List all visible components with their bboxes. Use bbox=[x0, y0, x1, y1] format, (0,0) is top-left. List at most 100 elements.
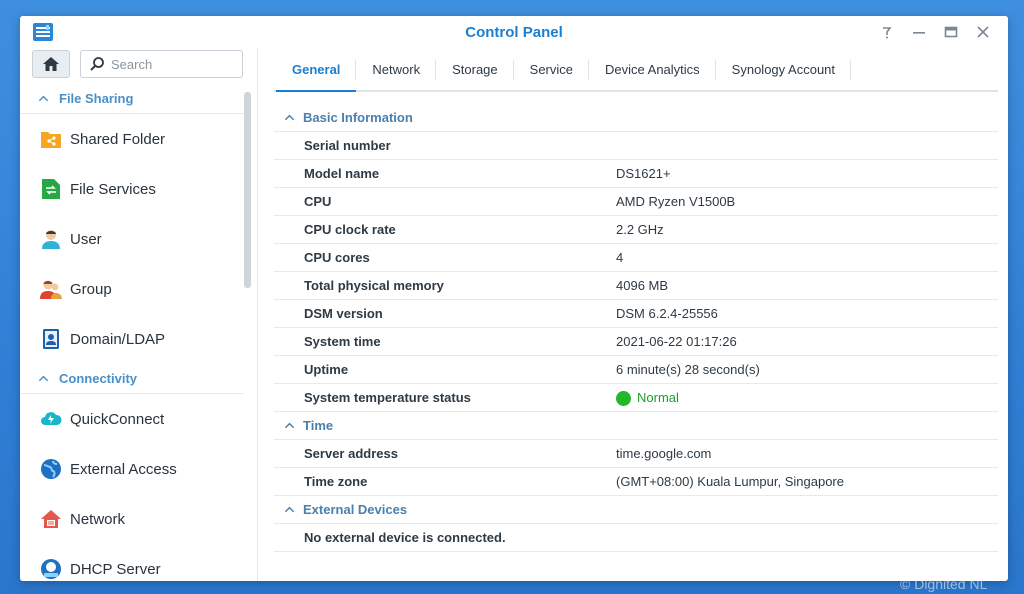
sidebar-list: File Sharing Shared Folder File Services… bbox=[20, 84, 244, 581]
row-value: 6 minute(s) 28 second(s) bbox=[616, 362, 760, 377]
title-bar: Control Panel bbox=[20, 16, 1008, 48]
basic-information-header[interactable]: Basic Information bbox=[274, 104, 998, 132]
info-row: Total physical memory 4096 MB bbox=[274, 272, 998, 300]
tab-synology-account[interactable]: Synology Account bbox=[716, 48, 852, 90]
quickconnect-icon bbox=[40, 408, 62, 430]
info-row: DSM version DSM 6.2.4-25556 bbox=[274, 300, 998, 328]
section-title: Time bbox=[303, 418, 334, 433]
user-icon bbox=[40, 228, 62, 250]
home-icon bbox=[43, 57, 59, 71]
row-value: 2.2 GHz bbox=[616, 222, 664, 237]
search-icon bbox=[90, 57, 104, 71]
external-devices-header[interactable]: External Devices bbox=[274, 496, 998, 524]
control-panel-window: Control Panel Search File Sharing Shared… bbox=[20, 16, 1008, 581]
sidebar-item-label: File Services bbox=[70, 180, 156, 198]
sidebar-item-file-services[interactable]: File Services bbox=[20, 164, 244, 214]
chevron-up-icon bbox=[284, 506, 295, 513]
info-row: CPU AMD Ryzen V1500B bbox=[274, 188, 998, 216]
row-value: DSM 6.2.4-25556 bbox=[616, 306, 718, 321]
row-label: System time bbox=[304, 334, 381, 349]
row-value: (GMT+08:00) Kuala Lumpur, Singapore bbox=[616, 474, 844, 489]
search-input[interactable] bbox=[111, 56, 231, 72]
chevron-up-icon bbox=[284, 114, 295, 121]
info-row: Time zone (GMT+08:00) Kuala Lumpur, Sing… bbox=[274, 468, 998, 496]
shared-folder-icon bbox=[40, 128, 62, 150]
sidebar-item-label: Shared Folder bbox=[70, 130, 166, 148]
sidebar-item-label: User bbox=[70, 230, 102, 248]
info-row: Serial number bbox=[274, 132, 998, 160]
close-icon[interactable] bbox=[972, 22, 994, 42]
section-title: External Devices bbox=[303, 502, 408, 517]
chevron-up-icon bbox=[38, 95, 49, 102]
sidebar-item-label: Group bbox=[70, 280, 112, 298]
external-access-icon bbox=[40, 458, 62, 480]
no-devices-message: No external device is connected. bbox=[304, 530, 506, 545]
section-title: Basic Information bbox=[303, 110, 413, 125]
sidebar-item-domain-ldap[interactable]: Domain/LDAP bbox=[20, 314, 244, 364]
info-row: CPU cores 4 bbox=[274, 244, 998, 272]
network-icon bbox=[40, 508, 62, 530]
sidebar-item-user[interactable]: User bbox=[20, 214, 244, 264]
help-icon[interactable] bbox=[876, 22, 898, 42]
chevron-up-icon bbox=[284, 422, 295, 429]
tab-general[interactable]: General bbox=[276, 48, 357, 92]
main-panel: General Network Storage Service Device A… bbox=[274, 48, 998, 581]
row-value: AMD Ryzen V1500B bbox=[616, 194, 736, 209]
sidebar-item-external-access[interactable]: External Access bbox=[20, 444, 244, 494]
sidebar-item-group[interactable]: Group bbox=[20, 264, 244, 314]
row-label: Time zone bbox=[304, 474, 368, 489]
tab-service[interactable]: Service bbox=[514, 48, 590, 90]
temperature-status: Normal bbox=[616, 389, 998, 406]
sidebar-item-network[interactable]: Network bbox=[20, 494, 244, 544]
status-ok-icon bbox=[616, 390, 631, 406]
row-label: System temperature status bbox=[304, 390, 471, 405]
sidebar-item-shared-folder[interactable]: Shared Folder bbox=[20, 114, 244, 164]
temperature-row: System temperature status Normal bbox=[274, 384, 998, 412]
minimize-icon[interactable] bbox=[908, 22, 930, 42]
sidebar-item-label: QuickConnect bbox=[70, 410, 165, 428]
row-label: CPU clock rate bbox=[304, 222, 396, 237]
home-button[interactable] bbox=[32, 50, 70, 78]
dhcp-server-icon bbox=[40, 558, 62, 580]
section-label: Connectivity bbox=[59, 371, 138, 386]
tab-network[interactable]: Network bbox=[356, 48, 436, 90]
row-label: CPU bbox=[304, 194, 332, 209]
sidebar-item-label: Domain/LDAP bbox=[70, 330, 166, 348]
search-field[interactable] bbox=[80, 50, 243, 78]
tab-device-analytics[interactable]: Device Analytics bbox=[589, 48, 716, 90]
watermark: © Dignited NL bbox=[900, 576, 988, 592]
sidebar-item-quickconnect[interactable]: QuickConnect bbox=[20, 394, 244, 444]
info-row: System time 2021-06-22 01:17:26 bbox=[274, 328, 998, 356]
row-label: Total physical memory bbox=[304, 278, 444, 293]
sidebar-item-label: Network bbox=[70, 510, 126, 528]
section-connectivity[interactable]: Connectivity bbox=[20, 364, 244, 394]
row-label: Server address bbox=[304, 446, 398, 461]
sidebar-item-dhcp-server[interactable]: DHCP Server bbox=[20, 544, 244, 581]
chevron-up-icon bbox=[38, 375, 49, 382]
row-value: 2021-06-22 01:17:26 bbox=[616, 334, 737, 349]
row-label: Serial number bbox=[304, 138, 391, 153]
tab-storage[interactable]: Storage bbox=[436, 48, 514, 90]
domain-ldap-icon bbox=[40, 328, 62, 350]
window-title: Control Panel bbox=[465, 24, 563, 41]
section-file-sharing[interactable]: File Sharing bbox=[20, 84, 244, 114]
row-label: Model name bbox=[304, 166, 380, 181]
tab-bar: General Network Storage Service Device A… bbox=[274, 48, 998, 92]
row-value: DS1621+ bbox=[616, 166, 671, 181]
sidebar: File Sharing Shared Folder File Services… bbox=[20, 48, 258, 581]
sidebar-item-label: External Access bbox=[70, 460, 177, 478]
info-row: Model name DS1621+ bbox=[274, 160, 998, 188]
sidebar-item-label: DHCP Server bbox=[70, 560, 161, 578]
section-label: File Sharing bbox=[59, 91, 134, 106]
info-row: Uptime 6 minute(s) 28 second(s) bbox=[274, 356, 998, 384]
maximize-icon[interactable] bbox=[940, 22, 962, 42]
row-value: 4096 MB bbox=[616, 278, 669, 293]
external-devices-row: No external device is connected. bbox=[274, 524, 998, 552]
time-header[interactable]: Time bbox=[274, 412, 998, 440]
row-label: CPU cores bbox=[304, 250, 370, 265]
info-row: Server address time.google.com bbox=[274, 440, 998, 468]
status-text: Normal bbox=[637, 390, 679, 406]
sidebar-scrollbar[interactable] bbox=[244, 92, 251, 288]
row-label: DSM version bbox=[304, 306, 383, 321]
file-services-icon bbox=[40, 178, 62, 200]
